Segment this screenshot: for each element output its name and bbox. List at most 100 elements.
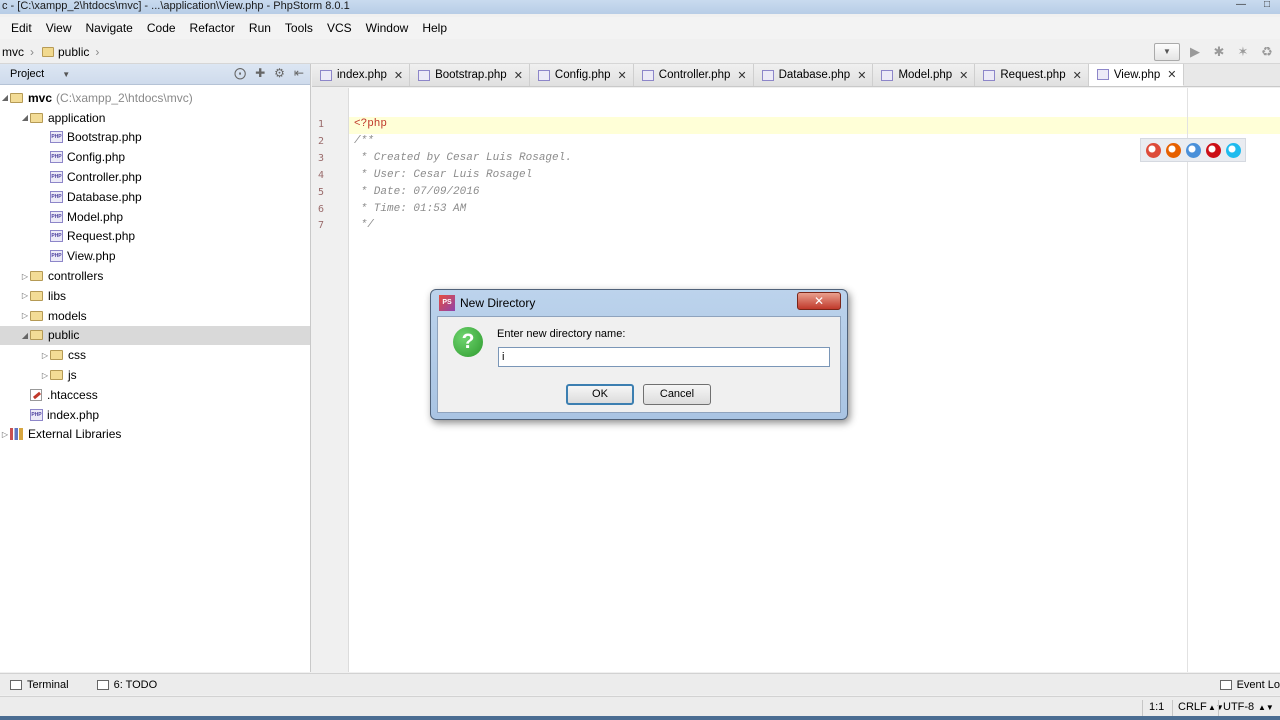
status-separator — [1218, 700, 1219, 716]
collapsed-icon[interactable]: ▷ — [20, 311, 30, 320]
php-file-icon: PHP — [50, 151, 63, 164]
tree-item-database-php[interactable]: PHP Database.php — [0, 187, 310, 207]
line-separator-indicator[interactable]: CRLF — [1178, 701, 1207, 713]
breadcrumb-project[interactable]: mvc — [2, 45, 24, 59]
menu-navigate[interactable]: Navigate — [78, 21, 139, 35]
tool-window-bar: Terminal 6: TODO Event Lo — [0, 673, 1280, 695]
line-number: 1 — [317, 119, 324, 130]
tab-view-php[interactable]: View.php ✕ — [1088, 64, 1184, 86]
menu-window[interactable]: Window — [359, 21, 416, 35]
encoding-indicator[interactable]: UTF-8 — [1223, 701, 1254, 713]
terminal-label: Terminal — [27, 678, 69, 691]
collapsed-icon[interactable]: ▷ — [20, 272, 30, 281]
menu-tools[interactable]: Tools — [278, 21, 320, 35]
caret-position[interactable]: 1:1 — [1149, 701, 1164, 713]
collapse-all-icon[interactable]: ✚ — [255, 66, 265, 80]
project-panel-title[interactable]: Project — [10, 68, 44, 80]
hide-panel-icon[interactable]: ⇤ — [294, 66, 304, 80]
php-file-icon — [983, 69, 996, 81]
tree-item-view-php[interactable]: PHP View.php — [0, 246, 310, 266]
menu-code[interactable]: Code — [140, 21, 183, 35]
current-line-highlight — [312, 117, 1280, 134]
debug-icon[interactable]: ✱ — [1210, 43, 1228, 61]
tab-bootstrap-php[interactable]: Bootstrap.php ✕ — [410, 64, 530, 86]
tab-index-php[interactable]: index.php ✕ — [312, 64, 411, 86]
tree-item-config-php[interactable]: PHP Config.php — [0, 147, 310, 167]
tab-controller-php[interactable]: Controller.php ✕ — [633, 64, 754, 86]
close-icon[interactable]: ✕ — [857, 69, 866, 82]
directory-name-input[interactable] — [498, 347, 830, 367]
line-separator-dropdown-icon[interactable]: ▲▼ — [1208, 703, 1224, 712]
tree-item-request-php[interactable]: PHP Request.php — [0, 227, 310, 247]
firefox-icon[interactable] — [1165, 142, 1181, 158]
tree-item-label: External Libraries — [28, 427, 122, 442]
close-icon[interactable]: ✕ — [737, 69, 746, 82]
ie-icon[interactable] — [1225, 142, 1241, 158]
close-icon[interactable]: ✕ — [394, 69, 403, 82]
close-icon[interactable]: ✕ — [1167, 68, 1176, 81]
vcs-icon[interactable]: ♻ — [1258, 43, 1276, 61]
cancel-button[interactable]: Cancel — [643, 384, 711, 405]
encoding-dropdown-icon[interactable]: ▲▼ — [1258, 703, 1274, 712]
tree-item-controller-php[interactable]: PHP Controller.php — [0, 167, 310, 187]
tree-item-css[interactable]: ▷ css — [0, 345, 310, 365]
tree-item-external-libraries[interactable]: ▷ External Libraries — [0, 425, 310, 445]
tree-item-htaccess[interactable]: .htaccess — [0, 385, 310, 405]
ok-button[interactable]: OK — [566, 384, 634, 405]
minimize-icon[interactable]: — — [1228, 0, 1254, 12]
terminal-icon — [10, 679, 22, 690]
tree-item-label: models — [48, 308, 87, 323]
line-number: 6 — [317, 203, 324, 215]
tab-database-php[interactable]: Database.php ✕ — [753, 64, 874, 86]
coverage-icon[interactable]: ✶ — [1234, 43, 1252, 61]
menu-vcs[interactable]: VCS — [320, 21, 359, 35]
code-line: * Time: 01:53 AM — [354, 202, 467, 215]
tree-item-label: public — [48, 328, 80, 343]
event-log-tool-button[interactable]: Event Lo — [1219, 679, 1280, 691]
scroll-from-source-icon[interactable]: ⨀ — [234, 66, 246, 80]
tree-item-public[interactable]: ◢ public — [0, 325, 310, 346]
menu-edit[interactable]: Edit — [4, 21, 39, 35]
terminal-tool-button[interactable]: Terminal — [10, 679, 69, 691]
tab-request-php[interactable]: Request.php ✕ — [975, 64, 1089, 86]
collapsed-icon[interactable]: ▷ — [20, 291, 30, 300]
run-icon[interactable]: ▶ — [1186, 43, 1204, 61]
tree-item-bootstrap-php[interactable]: PHP Bootstrap.php — [0, 128, 310, 148]
run-config-dropdown[interactable]: ▼ — [1154, 43, 1180, 61]
menu-view[interactable]: View — [39, 21, 79, 35]
tree-item-models[interactable]: ▷ models — [0, 306, 310, 326]
maximize-icon[interactable]: □ — [1254, 0, 1280, 12]
opera-icon[interactable] — [1205, 142, 1221, 158]
expanded-icon[interactable]: ◢ — [0, 93, 10, 102]
tree-item-model-php[interactable]: PHP Model.php — [0, 207, 310, 227]
line-number: 7 — [317, 220, 324, 232]
tree-item-controllers[interactable]: ▷ controllers — [0, 266, 310, 286]
tree-item-application[interactable]: ◢ application — [0, 108, 310, 128]
tree-item-js[interactable]: ▷ js — [0, 365, 310, 385]
taskbar-strip — [0, 716, 1280, 720]
tab-model-php[interactable]: Model.php ✕ — [873, 64, 976, 86]
menu-refactor[interactable]: Refactor — [183, 21, 242, 35]
gear-icon[interactable]: ⚙ — [274, 66, 285, 80]
tree-item-libs[interactable]: ▷ libs — [0, 286, 310, 306]
todo-tool-button[interactable]: 6: TODO — [96, 679, 157, 691]
editor-tabs: index.php ✕ Bootstrap.php ✕ Config.php ✕ Contr… — [312, 64, 1280, 87]
expanded-icon[interactable]: ◢ — [20, 331, 30, 340]
close-icon[interactable]: ✕ — [514, 69, 523, 82]
tree-item-index-php[interactable]: PHP index.php — [0, 405, 310, 425]
code-line: */ — [354, 219, 374, 232]
menu-run[interactable]: Run — [242, 21, 278, 35]
collapsed-icon[interactable]: ▷ — [0, 430, 10, 439]
breadcrumb-folder[interactable]: public — [58, 45, 89, 59]
close-icon[interactable]: ✕ — [797, 292, 841, 310]
chevron-down-icon[interactable]: ▼ — [62, 70, 70, 79]
safari-icon[interactable] — [1185, 142, 1201, 158]
close-icon[interactable]: ✕ — [959, 69, 968, 82]
close-icon[interactable]: ✕ — [618, 69, 627, 82]
close-icon[interactable]: ✕ — [1073, 69, 1082, 82]
tab-config-php[interactable]: Config.php ✕ — [529, 64, 634, 86]
tree-item-mvc[interactable]: ◢ mvc (C:\xampp_2\htdocs\mvc) — [0, 88, 310, 108]
chrome-icon[interactable] — [1145, 142, 1161, 158]
expanded-icon[interactable]: ◢ — [20, 113, 30, 122]
menu-help[interactable]: Help — [415, 21, 454, 35]
